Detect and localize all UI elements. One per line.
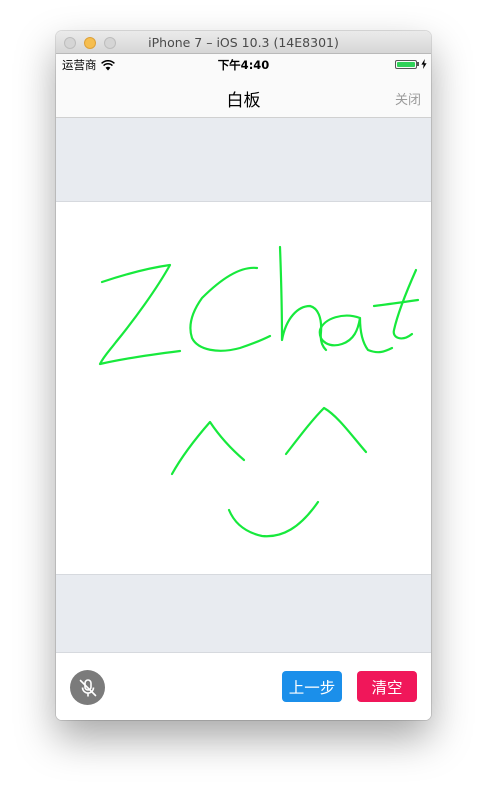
status-bar: 运营商 下午4:40 — [56, 54, 431, 74]
clear-button[interactable]: 清空 — [357, 671, 417, 702]
stroke-letter-c — [189, 266, 272, 352]
battery-tip — [417, 62, 419, 66]
whiteboard-drawing — [98, 245, 420, 538]
ios-screen: 运营商 下午4:40 白板 关闭 上一步 清空 — [56, 54, 431, 720]
stroke-letter-a — [318, 314, 394, 354]
battery-icon — [395, 59, 417, 69]
stroke-letter-z — [98, 263, 182, 366]
close-button[interactable]: 关闭 — [395, 89, 421, 108]
stroke-letter-t-cross — [372, 298, 420, 308]
window-title: iPhone 7 – iOS 10.3 (14E8301) — [148, 35, 339, 50]
charging-bolt-icon — [421, 59, 427, 69]
video-area-top — [56, 118, 431, 201]
stroke-mouth — [227, 500, 320, 538]
window-titlebar: iPhone 7 – iOS 10.3 (14E8301) — [56, 31, 431, 54]
stroke-right-eye — [284, 406, 368, 456]
battery-indicator — [395, 59, 427, 69]
navigation-bar: 白板 关闭 — [56, 74, 431, 118]
video-area-bottom — [56, 575, 431, 652]
stroke-left-eye — [170, 420, 246, 476]
page-title: 白板 — [226, 91, 261, 111]
whiteboard-canvas[interactable] — [56, 201, 431, 575]
stroke-letter-t-stem — [392, 268, 418, 340]
mute-mic-button[interactable] — [70, 670, 105, 705]
mic-off-icon — [79, 678, 96, 696]
status-time: 下午4:40 — [217, 58, 270, 72]
bottom-toolbar: 上一步 清空 — [56, 652, 431, 720]
simulator-window: iPhone 7 – iOS 10.3 (14E8301) 运营商 下午4:40 — [56, 31, 431, 720]
undo-button[interactable]: 上一步 — [282, 671, 342, 702]
battery-level — [397, 61, 415, 67]
